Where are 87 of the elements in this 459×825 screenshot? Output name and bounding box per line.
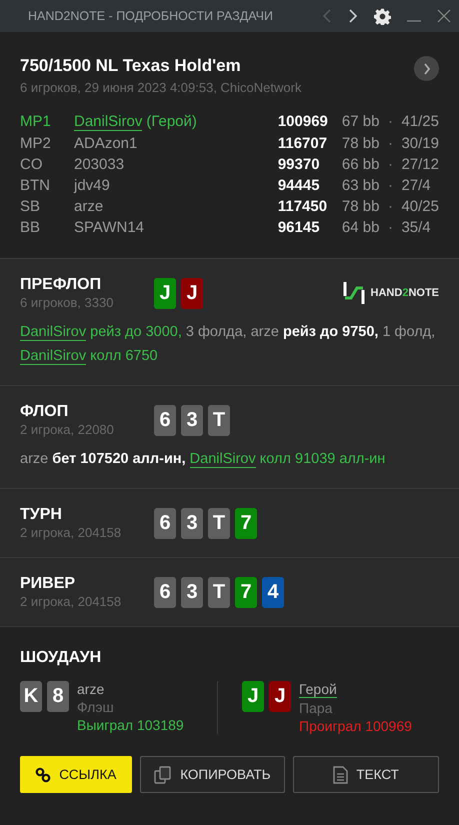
- chevron-right-icon: [422, 62, 430, 74]
- result-text: Проиграл 100969: [299, 718, 412, 734]
- player-name: arze: [74, 198, 104, 215]
- text-button[interactable]: ТЕКСТ: [293, 756, 439, 793]
- street-info: 2 игрока, 22080: [20, 422, 115, 437]
- player-name: 203033: [74, 156, 124, 173]
- street-title: ПРЕФЛОП: [20, 276, 102, 294]
- position-label: CO: [20, 156, 44, 173]
- settings-icon[interactable]: [374, 8, 391, 24]
- player-stats: 40/25: [401, 198, 439, 215]
- hand-subtitle: 6 игроков, 29 июня 2023 4:09:53, ChicoNetwork: [20, 80, 302, 95]
- card: 3: [181, 404, 203, 436]
- player-stats: 35/4: [401, 219, 432, 236]
- next-button[interactable]: [348, 9, 358, 23]
- big-blinds: 67 bb: [342, 113, 380, 130]
- big-blinds: 78 bb: [342, 135, 380, 152]
- position-label: MP1: [20, 113, 52, 130]
- card: T: [208, 508, 230, 538]
- showdown-title: ШОУДАУН: [20, 649, 102, 667]
- separator-dot: ·: [386, 156, 394, 173]
- separator-dot: ·: [386, 198, 394, 215]
- player-link[interactable]: DanilSirov: [74, 113, 142, 131]
- card: 3: [181, 576, 203, 608]
- card: 6: [154, 404, 176, 436]
- card: 7: [235, 576, 257, 608]
- card: 7: [235, 508, 257, 538]
- result-text: Выиграл 103189: [77, 717, 184, 733]
- card: T: [208, 404, 230, 436]
- player-stats: 30/19: [401, 135, 439, 152]
- street-title: РИВЕР: [20, 575, 76, 593]
- card: J: [154, 278, 176, 308]
- hand-combination: Пара: [299, 700, 334, 716]
- separator-dot: ·: [386, 113, 394, 130]
- logo: HAND2NOTE: [342, 282, 439, 304]
- action-line: DanilSirov рейз до 3000, 3 фолда, arze рейз до 9750, 1 фолд, DanilSirov колл 6750: [20, 323, 436, 367]
- card: J: [242, 681, 264, 712]
- player-name: ADAzon1: [74, 135, 138, 152]
- player-link[interactable]: Герой: [299, 681, 337, 698]
- copy-button[interactable]: КОПИРОВАТЬ: [140, 756, 286, 793]
- stack-amount: 117450: [278, 198, 328, 215]
- link-icon: [35, 766, 52, 782]
- player-stats: 41/25: [401, 113, 439, 130]
- card: 6: [154, 508, 176, 538]
- player-stats: 27/12: [401, 156, 439, 173]
- hand-title: 750/1500 NL Texas Hold'em: [20, 56, 242, 76]
- action-line: arze бет 107520 алл-ин, DanilSirov колл 91039 алл-ин: [20, 450, 386, 470]
- window-title: HAND2NOTE - ПОДРОБНОСТИ РАЗДАЧИ: [28, 9, 273, 23]
- stack-amount: 99370: [278, 156, 321, 173]
- link-button[interactable]: ССЫЛКА: [20, 756, 132, 793]
- card: 4: [262, 576, 284, 608]
- card: T: [208, 576, 230, 608]
- position-label: MP2: [20, 135, 52, 152]
- hero-label: (Герой): [146, 113, 197, 131]
- document-icon: [333, 766, 348, 784]
- separator-dot: ·: [386, 219, 394, 236]
- separator-dot: ·: [386, 177, 394, 194]
- street-info: 2 игрока, 204158: [20, 525, 122, 540]
- card: K: [20, 681, 42, 712]
- position-label: BTN: [20, 177, 51, 194]
- card: J: [269, 681, 291, 712]
- big-blinds: 63 bb: [342, 177, 380, 194]
- hand-combination: Флэш: [77, 699, 115, 715]
- big-blinds: 66 bb: [342, 156, 380, 173]
- player-stats: 27/4: [401, 177, 432, 194]
- stack-amount: 94445: [278, 177, 321, 194]
- street-info: 2 игрока, 204158: [20, 594, 122, 609]
- forward-button[interactable]: [414, 56, 439, 81]
- street-title: ФЛОП: [20, 403, 70, 421]
- card: J: [181, 278, 203, 308]
- position-label: SB: [20, 198, 42, 215]
- separator-dot: ·: [386, 135, 394, 152]
- big-blinds: 64 bb: [342, 219, 380, 236]
- card: 3: [181, 508, 203, 538]
- player-name: SPAWN14: [74, 219, 144, 236]
- copy-icon: [154, 766, 172, 784]
- stack-amount: 100969: [278, 113, 328, 130]
- stack-amount: 96145: [278, 219, 321, 236]
- card: 6: [154, 576, 176, 608]
- player-name: arze: [77, 681, 104, 697]
- street-info: 6 игроков, 3330: [20, 295, 114, 310]
- close-icon[interactable]: [437, 9, 451, 23]
- card: 8: [47, 681, 69, 712]
- stack-amount: 116707: [278, 135, 328, 152]
- big-blinds: 78 bb: [342, 198, 380, 215]
- street-title: ТУРН: [20, 506, 63, 524]
- position-label: BB: [20, 219, 42, 236]
- player-name: jdv49: [74, 177, 110, 194]
